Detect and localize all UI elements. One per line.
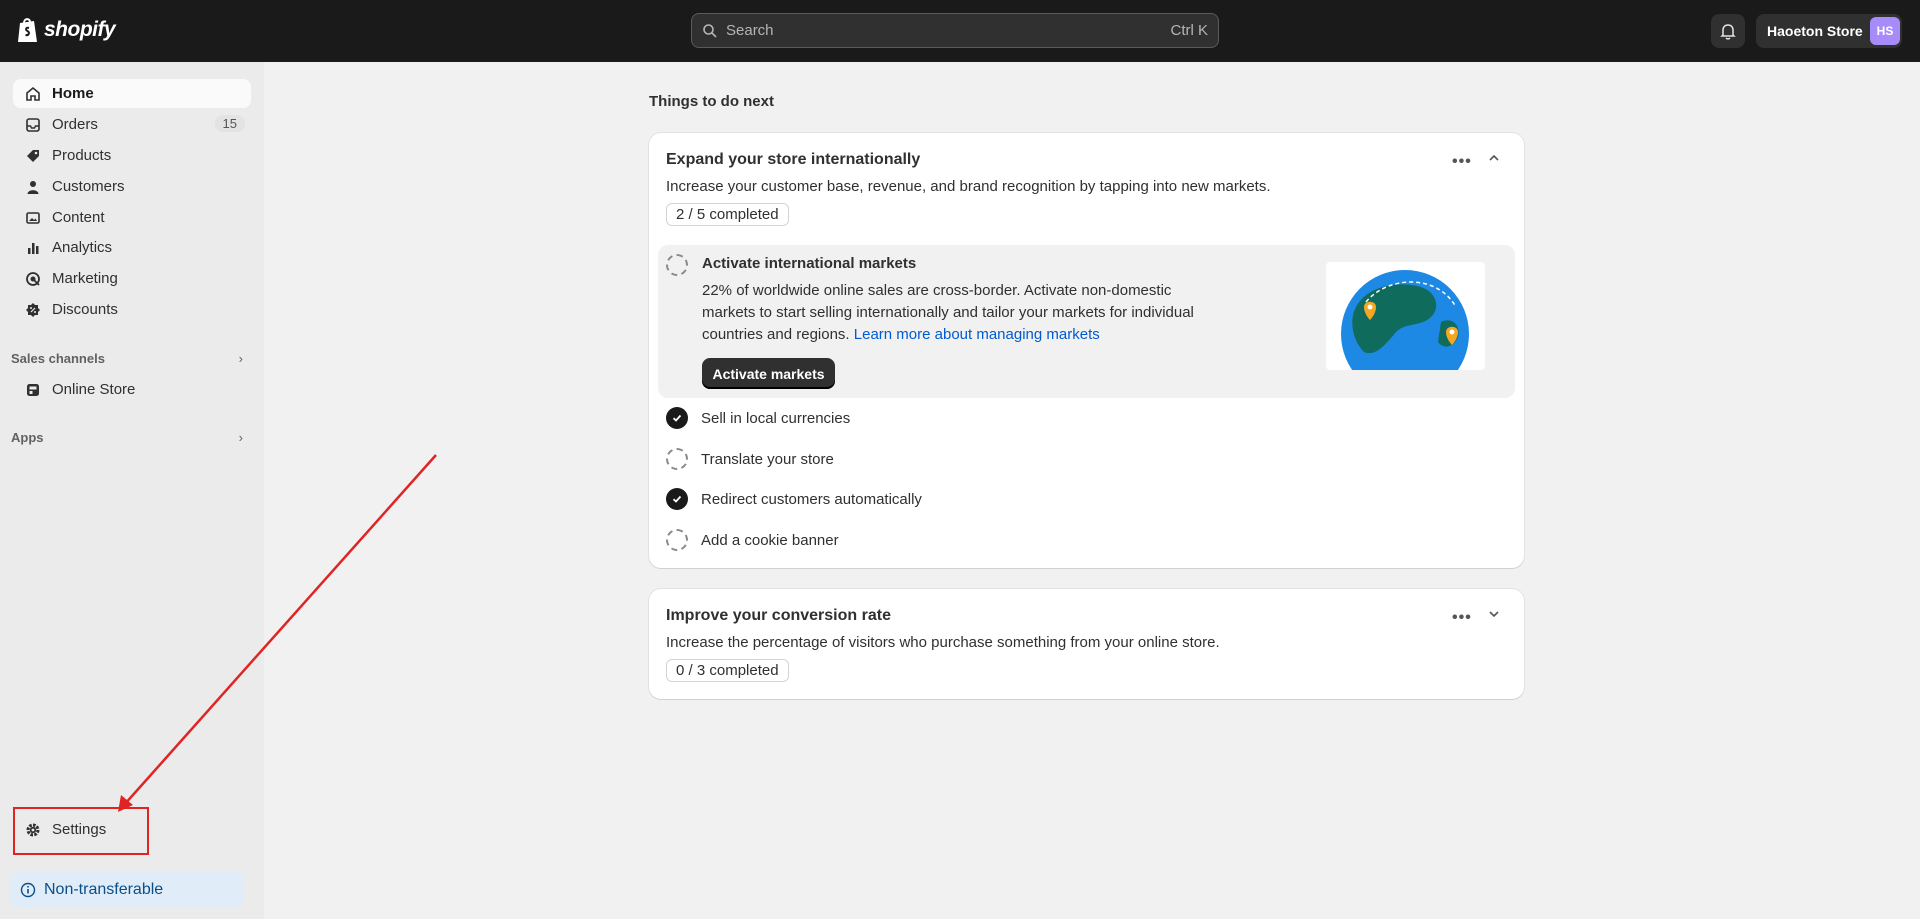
search-shortcut: Ctrl K	[1170, 22, 1209, 39]
image-icon	[24, 209, 42, 227]
bar-chart-icon	[24, 239, 42, 257]
orders-count-badge: 15	[214, 115, 245, 132]
person-icon	[24, 178, 42, 196]
task-label: Redirect customers automatically	[701, 490, 922, 508]
task-body: 22% of worldwide online sales are cross-…	[702, 280, 1222, 346]
task-card-conversion-rate: Improve your conversion rate ••• Increas…	[649, 589, 1524, 699]
home-icon	[24, 85, 42, 103]
sales-channels-header[interactable]: Sales channels ›	[11, 347, 253, 369]
progress-badge: 0 / 3 completed	[666, 659, 789, 682]
check-circle-icon	[666, 488, 688, 510]
top-bar: shopify Search Ctrl K Haoeton Store HS	[0, 0, 1920, 62]
incomplete-circle-icon	[666, 448, 688, 470]
card-title: Improve your conversion rate	[666, 607, 891, 624]
page-title: Things to do next	[649, 93, 774, 110]
search-placeholder: Search	[726, 22, 774, 39]
sidebar-item-customers[interactable]: Customers	[13, 172, 251, 201]
sidebar-item-label: Discounts	[52, 301, 118, 318]
incomplete-circle-icon[interactable]	[666, 254, 688, 276]
sidebar-item-home[interactable]: Home	[13, 79, 251, 108]
sidebar-item-marketing[interactable]: Marketing	[13, 264, 251, 293]
sidebar-item-online-store[interactable]: Online Store	[13, 375, 251, 404]
check-circle-icon	[666, 407, 688, 429]
chevron-up-icon[interactable]	[1485, 149, 1503, 167]
annotation-highlight-box	[13, 807, 149, 855]
task-label: Add a cookie banner	[701, 531, 839, 549]
search-input[interactable]: Search Ctrl K	[691, 13, 1219, 48]
sidebar-item-label: Analytics	[52, 239, 113, 256]
globe-illustration	[1326, 262, 1485, 370]
chevron-down-icon[interactable]	[1485, 605, 1503, 623]
sidebar-item-label: Marketing	[52, 270, 118, 287]
card-description: Increase your customer base, revenue, an…	[666, 178, 1271, 195]
more-actions-icon[interactable]: •••	[1452, 153, 1472, 171]
card-title: Expand your store internationally	[666, 151, 921, 168]
sidebar-item-discounts[interactable]: Discounts	[13, 295, 251, 324]
avatar: HS	[1870, 17, 1900, 45]
bell-icon	[1720, 23, 1736, 40]
sidebar-item-label: Home	[52, 85, 94, 102]
sidebar-item-label: Products	[52, 147, 112, 164]
sidebar: Home Orders 15 Products Customers Conten…	[0, 62, 264, 919]
chevron-right-icon: ›	[238, 350, 243, 366]
globe-icon	[1341, 270, 1469, 370]
sidebar-item-label: Orders	[52, 116, 98, 133]
sidebar-item-content[interactable]: Content	[13, 203, 251, 232]
sidebar-item-label: Customers	[52, 178, 125, 195]
progress-badge: 2 / 5 completed	[666, 203, 789, 226]
notifications-button[interactable]	[1711, 14, 1745, 48]
info-icon	[20, 882, 36, 898]
store-menu-button[interactable]: Haoeton Store HS	[1756, 14, 1902, 48]
sidebar-item-label: Content	[52, 209, 105, 226]
task-label: Translate your store	[701, 450, 834, 468]
orders-icon	[24, 116, 42, 134]
shopify-bag-icon	[18, 18, 37, 42]
sales-channels-label: Sales channels	[11, 350, 105, 366]
apps-header[interactable]: Apps ›	[11, 426, 253, 448]
task-title: Activate international markets	[702, 255, 917, 272]
more-actions-icon[interactable]: •••	[1452, 609, 1472, 627]
sidebar-item-label: Online Store	[52, 381, 136, 398]
search-icon	[703, 23, 717, 38]
sidebar-item-orders[interactable]: Orders 15	[13, 110, 251, 139]
tag-icon	[24, 147, 42, 165]
non-transferable-label: Non-transferable	[44, 881, 164, 898]
target-icon	[24, 270, 42, 288]
shopify-logo[interactable]: shopify	[16, 16, 116, 44]
task-label: Sell in local currencies	[701, 409, 851, 427]
logo-text: shopify	[44, 18, 116, 41]
incomplete-circle-icon	[666, 529, 688, 551]
sidebar-item-analytics[interactable]: Analytics	[13, 233, 251, 262]
card-description: Increase the percentage of visitors who …	[666, 634, 1220, 651]
store-name: Haoeton Store	[1767, 23, 1863, 39]
task-expanded-activate-markets: Activate international markets 22% of wo…	[658, 245, 1515, 398]
chevron-right-icon: ›	[238, 429, 243, 445]
sidebar-item-products[interactable]: Products	[13, 141, 251, 170]
non-transferable-banner[interactable]: Non-transferable	[9, 872, 244, 908]
activate-markets-button[interactable]: Activate markets	[702, 358, 835, 389]
task-card-expand-internationally: Expand your store internationally ••• In…	[649, 133, 1524, 568]
learn-more-link[interactable]: Learn more about managing markets	[854, 326, 1100, 343]
discount-icon	[24, 301, 42, 319]
apps-label: Apps	[11, 429, 44, 445]
storefront-icon	[24, 381, 42, 399]
